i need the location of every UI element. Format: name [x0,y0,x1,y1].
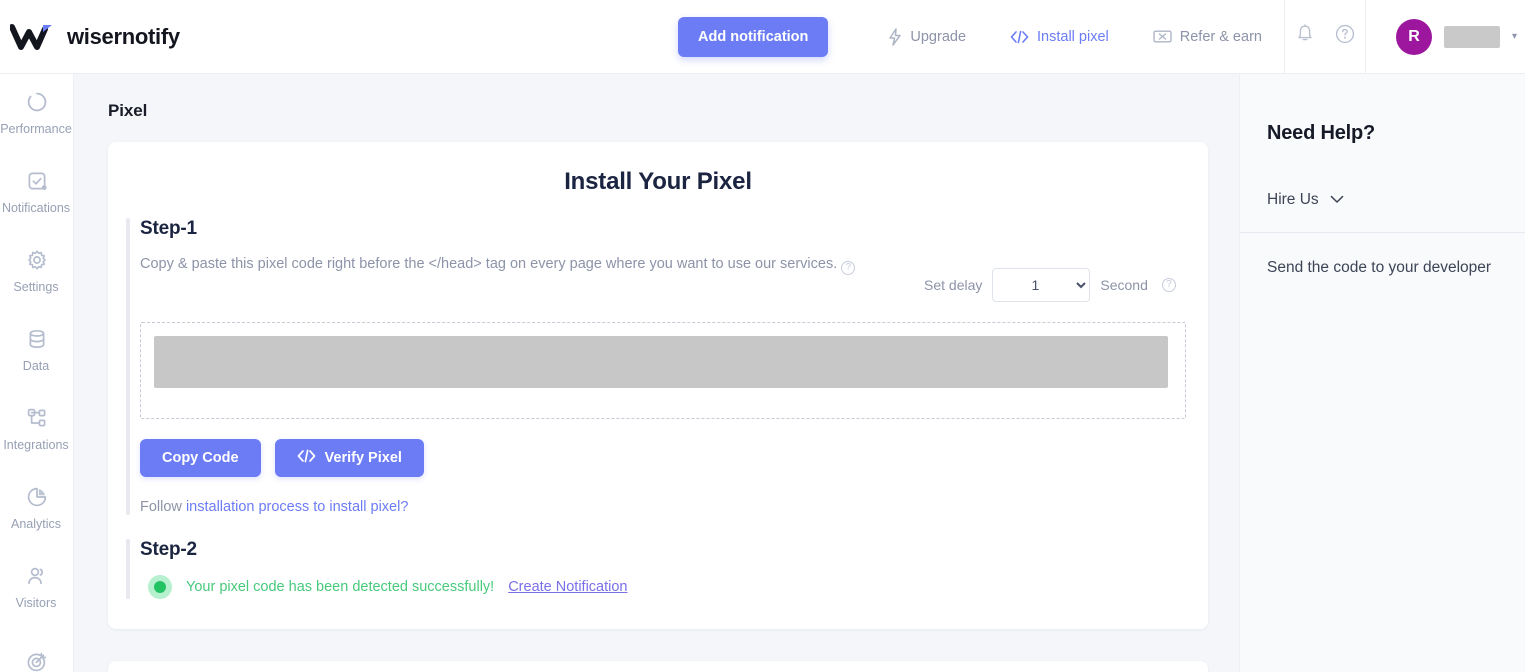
header-link-upgrade[interactable]: Upgrade [866,28,988,46]
avatar: R [1396,19,1432,55]
header-actions: Add notification Upgrade Install pixel [678,0,1525,73]
verify-pixel-label: Verify Pixel [325,450,402,466]
sidebar-item-label: Analytics [11,517,61,531]
set-delay-control: Set delay 1234510 Second ? [924,268,1176,302]
code-brackets-icon [297,449,316,467]
brand[interactable]: wisernotify [0,20,300,54]
header-link-label: Upgrade [910,29,966,45]
sidebar-item-performance[interactable]: Performance [0,74,74,153]
chevron-down-icon [1330,191,1344,209]
performance-spinner-icon [26,91,48,113]
step-2-title: Step-2 [140,539,1208,561]
set-delay-unit: Second [1100,277,1147,293]
sidebar-item-label: Notifications [2,201,70,215]
integrations-nodes-icon [26,407,48,429]
sidebar-item-notifications[interactable]: Notifications [0,153,74,232]
step-1-description-text: Copy & paste this pixel code right befor… [140,256,837,272]
header-link-refer-earn[interactable]: Refer & earn [1131,29,1284,45]
checkbox-bell-icon [26,170,48,192]
secondary-card [108,661,1208,672]
help-button[interactable] [1325,0,1365,74]
follow-prefix: Follow [140,499,186,515]
sidebar-item-visitors[interactable]: Visitors [0,548,74,627]
bell-icon [1296,24,1314,49]
sidebar-item-integrations[interactable]: Integrations [0,390,74,469]
copy-code-button[interactable]: Copy Code [140,439,261,477]
follow-installation-line: Follow installation process to install p… [140,499,1208,515]
sidebar-item-label: Visitors [16,596,57,610]
pixel-status-row: Your pixel code has been detected succes… [140,575,1208,599]
user-name-redacted [1444,26,1500,48]
install-pixel-card: Install Your Pixel Step-1 Copy & paste t… [108,142,1208,629]
copy-code-label: Copy Code [162,450,239,466]
need-help-panel: Need Help? Hire Us Send the code to your… [1239,74,1525,672]
step-1-title: Step-1 [140,218,1208,240]
hire-us-label: Hire Us [1267,191,1319,209]
ticket-percent-icon [1153,29,1172,44]
top-header: wisernotify Add notification Upgrade Ins… [0,0,1525,74]
target-goal-icon [26,651,48,672]
header-link-install-pixel[interactable]: Install pixel [988,29,1131,45]
question-circle-icon [1335,24,1355,49]
step-1-help-icon[interactable]: ? [841,261,855,275]
step-1-description: Copy & paste this pixel code right befor… [140,254,882,275]
pixel-code-box[interactable] [140,322,1186,419]
need-help-title: Need Help? [1267,122,1525,145]
hire-us-accordion[interactable]: Hire Us [1267,191,1525,209]
sidebar: Performance Notifications Settings [0,74,74,672]
chevron-down-icon: ▾ [1512,32,1517,42]
step-1-header-row: Copy & paste this pixel code right befor… [140,254,1208,302]
set-delay-select[interactable]: 1234510 [992,268,1090,302]
create-notification-link[interactable]: Create Notification [508,579,627,595]
sidebar-item-analytics[interactable]: Analytics [0,469,74,548]
header-link-label: Refer & earn [1180,29,1262,45]
card-title: Install Your Pixel [108,168,1208,196]
lightning-bolt-icon [888,28,902,46]
sidebar-item-label: Integrations [3,438,68,452]
help-panel-divider [1240,232,1525,233]
sidebar-item-label: Data [23,359,49,373]
sidebar-item-goals[interactable] [0,627,74,672]
pixel-status-text: Your pixel code has been detected succes… [186,579,494,595]
pie-chart-icon [26,486,48,508]
sidebar-item-settings[interactable]: Settings [0,232,74,311]
set-delay-label: Set delay [924,277,982,293]
pixel-code-redacted [154,336,1168,388]
brand-name: wisernotify [67,24,180,50]
sidebar-item-label: Settings [13,280,58,294]
notifications-bell-button[interactable] [1285,0,1325,74]
verify-pixel-button[interactable]: Verify Pixel [275,439,424,477]
sidebar-item-data[interactable]: Data [0,311,74,390]
user-menu[interactable]: R ▾ [1366,19,1525,55]
database-icon [26,328,48,350]
step-2-section: Step-2 Your pixel code has been detected… [108,539,1208,599]
success-dot-icon [148,575,172,599]
gear-icon [26,249,48,271]
wisernotify-w-logo-icon [10,20,54,54]
sidebar-item-label: Performance [0,122,72,136]
set-delay-help-icon[interactable]: ? [1162,278,1176,292]
send-code-text: Send the code to your developer [1267,259,1525,277]
code-brackets-icon [1010,30,1029,44]
add-notification-button[interactable]: Add notification [678,17,828,57]
step-1-buttons: Copy Code Verify Pixel [140,439,1208,477]
step-1-section: Step-1 Copy & paste this pixel code righ… [108,218,1208,515]
header-link-label: Install pixel [1037,29,1109,45]
users-icon [26,565,48,587]
installation-process-link[interactable]: installation process to install pixel? [186,499,408,515]
